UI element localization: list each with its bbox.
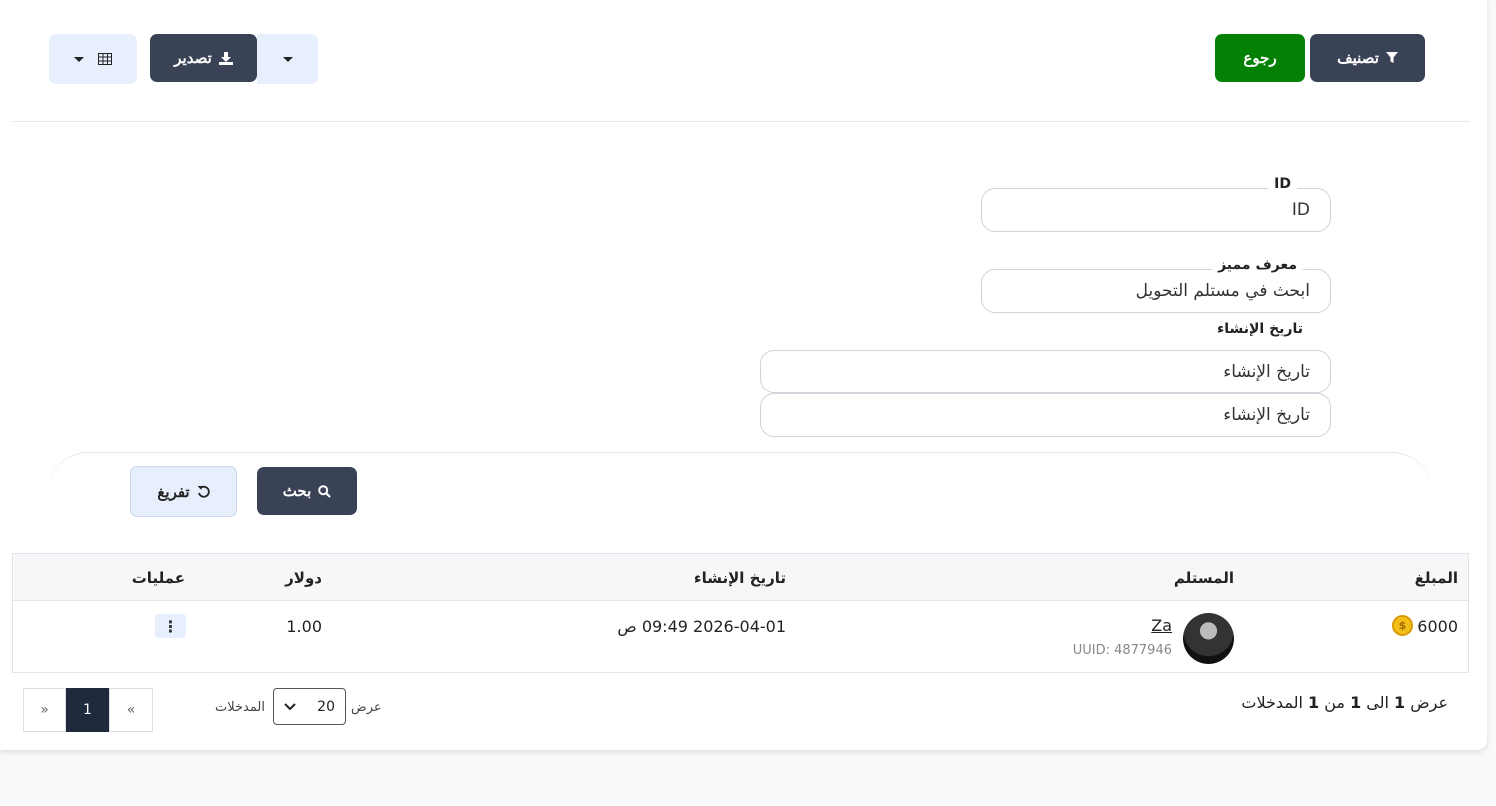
table-icon: [98, 53, 112, 65]
uuid-legend: معرف مميز: [1212, 257, 1303, 273]
row-actions-button[interactable]: ⋮: [155, 614, 186, 638]
toolbar-divider: [12, 121, 1470, 122]
created-from-input[interactable]: تاريخ الإنشاء: [760, 350, 1331, 393]
info-from: 1: [1394, 693, 1406, 712]
header-amount: المبلغ: [1414, 569, 1458, 587]
show-label: عرض: [351, 700, 382, 715]
export-dropdown-toggle[interactable]: [257, 34, 318, 84]
reset-button[interactable]: تفريغ: [130, 466, 237, 517]
form-actions-container: [48, 452, 1432, 512]
per-page-select[interactable]: 20: [273, 688, 346, 725]
filter-icon: [1385, 52, 1398, 63]
vertical-dots-icon: ⋮: [162, 616, 179, 636]
search-button-label: بحث: [282, 483, 312, 500]
created-to-placeholder: تاريخ الإنشاء: [1223, 405, 1310, 425]
next-page-button[interactable]: »: [23, 688, 66, 732]
id-input[interactable]: ID: [981, 188, 1331, 232]
entries-label: المدخلات: [215, 700, 265, 715]
per-page-value: 20: [317, 698, 335, 715]
export-button[interactable]: تصدير: [150, 34, 257, 82]
undo-icon: [197, 485, 210, 498]
recipient-name-link[interactable]: Za: [1151, 616, 1172, 635]
id-legend: ID: [1268, 176, 1297, 192]
uuid-input-placeholder: ابحث في مستلم التحويل: [1135, 281, 1310, 301]
uuid-input[interactable]: ابحث في مستلم التحويل: [981, 269, 1331, 313]
back-button-label: رجوع: [1243, 50, 1277, 67]
coin-icon: $: [1392, 615, 1413, 636]
main-card: تصنيف رجوع تصدير ID ID ابحث في مستلم الت…: [0, 0, 1487, 750]
filter-button[interactable]: تصنيف: [1310, 34, 1425, 82]
info-prefix: عرض: [1410, 693, 1448, 712]
prev-page-button[interactable]: «: [109, 688, 153, 732]
info-to-word: الى: [1366, 693, 1389, 712]
chevron-down-icon: [282, 56, 293, 62]
table-header: المبلغ المستلم تاريخ الإنشاء دولار عمليا…: [13, 554, 1468, 601]
chevron-down-icon: [74, 56, 84, 62]
search-button[interactable]: بحث: [257, 467, 357, 515]
back-button[interactable]: رجوع: [1215, 34, 1305, 82]
search-icon: [318, 484, 332, 498]
info-to: 1: [1350, 693, 1362, 712]
created-from-placeholder: تاريخ الإنشاء: [1223, 361, 1310, 382]
download-icon: [218, 51, 233, 65]
info-of-word: من: [1324, 693, 1345, 712]
header-dollar: دولار: [285, 569, 322, 587]
avatar[interactable]: [1183, 613, 1234, 664]
page-1-button[interactable]: 1: [66, 688, 109, 732]
pagination: » 1 «: [23, 688, 153, 732]
created-cell: 2026-04-01 09:49 ص: [617, 617, 786, 636]
recipient-uuid: UUID: 4877946: [1072, 643, 1172, 658]
export-button-label: تصدير: [174, 50, 212, 67]
reset-button-label: تفريغ: [157, 483, 190, 501]
chevron-down-icon: [284, 702, 296, 710]
dollar-cell: 1.00: [286, 617, 322, 636]
created-date-label: تاريخ الإنشاء: [1217, 321, 1303, 337]
header-actions: عمليات: [131, 569, 185, 587]
header-recipient: المستلم: [1173, 569, 1234, 587]
info-suffix: المدخلات: [1241, 693, 1303, 712]
table-info: عرض 1 الى 1 من 1 المدخلات: [1241, 693, 1448, 712]
amount-cell: 6000: [1417, 617, 1458, 636]
header-created: تاريخ الإنشاء: [693, 569, 786, 587]
columns-dropdown-button[interactable]: [49, 34, 137, 84]
created-to-input[interactable]: تاريخ الإنشاء: [760, 393, 1331, 437]
id-input-placeholder: ID: [1291, 200, 1310, 220]
info-total: 1: [1307, 693, 1320, 712]
transfers-table: المبلغ المستلم تاريخ الإنشاء دولار عمليا…: [12, 553, 1469, 673]
filter-button-label: تصنيف: [1337, 50, 1379, 67]
